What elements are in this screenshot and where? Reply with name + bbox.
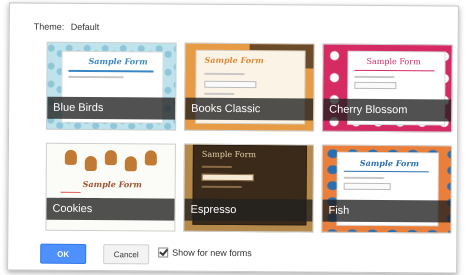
theme-value: Default: [70, 21, 100, 33]
theme-tile-cookies[interactable]: Sample Form Cookies: [45, 142, 176, 232]
theme-header: Theme: Default: [34, 22, 104, 32]
theme-name: Fish: [322, 199, 451, 223]
theme-tile-books-classic[interactable]: Sample Form Books Classic: [184, 42, 315, 132]
form-input-box: [204, 80, 257, 89]
theme-name: Cherry Blossom: [323, 98, 452, 122]
show-for-new-forms-label: Show for new forms: [172, 247, 252, 259]
gingerbread-icon: [64, 149, 77, 165]
gingerbread-icon: [84, 155, 97, 172]
ok-button[interactable]: OK: [40, 243, 87, 264]
theme-name: Espresso: [184, 198, 313, 222]
form-text-line: [204, 92, 235, 96]
form-text-line: [354, 75, 395, 79]
form-divider: [68, 69, 154, 73]
form-preview-title: Sample Form: [204, 54, 264, 66]
form-input-box: [201, 173, 254, 182]
form-text-line: [201, 165, 232, 168]
theme-tile-cherry-blossom[interactable]: Sample Form Cherry Blossom: [322, 43, 453, 133]
form-preview-title: Sample Form: [88, 55, 148, 67]
form-text-line: [343, 176, 384, 180]
form-text-line: [204, 72, 245, 76]
dialog-footer: OK Cancel Show for new forms: [8, 239, 456, 272]
form-input-box: [354, 81, 397, 90]
gingerbread-icon: [124, 156, 137, 172]
theme-tile-espresso[interactable]: Sample Form Espresso: [183, 143, 314, 233]
form-input-box: [343, 182, 391, 191]
show-for-new-forms-checkbox[interactable]: [158, 247, 169, 258]
form-text-line: [68, 75, 124, 79]
form-text-line: [60, 191, 81, 193]
form-preview-title: Sample Form: [366, 56, 421, 67]
form-preview-title: Sample Form: [359, 157, 420, 169]
form-text-line: [201, 185, 242, 189]
gingerbread-icon: [144, 150, 157, 166]
form-preview-title: Sample Form: [201, 149, 257, 160]
cancel-button[interactable]: Cancel: [103, 244, 150, 265]
show-for-new-forms-option[interactable]: Show for new forms: [158, 247, 252, 258]
form-preview-title: Sample Form: [82, 178, 142, 190]
theme-tile-fish[interactable]: Sample Form Fish: [321, 144, 452, 234]
theme-tile-blue-birds[interactable]: Sample Form Blue Birds: [46, 41, 177, 131]
gingerbread-icon: [104, 150, 117, 166]
theme-dialog: Theme: Default Sample Form Blue Birds Sa…: [7, 2, 459, 274]
form-divider: [343, 170, 429, 173]
theme-label: Theme:: [33, 21, 65, 32]
form-divider: [354, 69, 435, 72]
theme-name: Blue Birds: [47, 96, 176, 120]
theme-name: Books Classic: [185, 97, 314, 121]
theme-name: Cookies: [46, 197, 175, 221]
